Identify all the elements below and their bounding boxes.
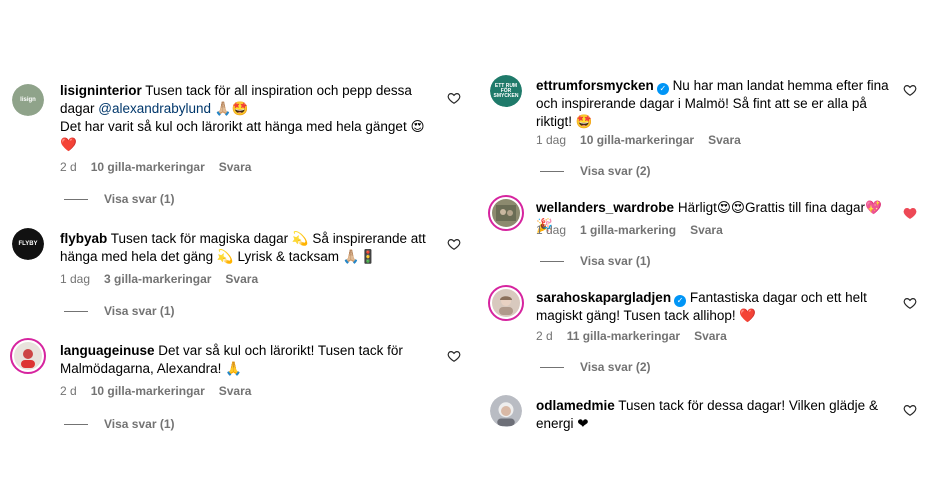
- ettrumforsmycken-logo-avatar-icon: ETT RUM FÖR SMYCKEN: [490, 75, 522, 107]
- sarahoskapargladjen-avatar[interactable]: [488, 285, 524, 321]
- wellanders-avatar[interactable]: [488, 195, 524, 231]
- comment-meta: 2 d 11 gilla-markeringar Svara: [536, 329, 727, 343]
- comment-body: lisigninterior Tusen tack för all inspir…: [60, 82, 430, 154]
- view-replies-label: Visa svar (1): [104, 304, 175, 318]
- flybyab-avatar[interactable]: FLYBY: [12, 228, 44, 260]
- likes-count[interactable]: 10 gilla-markeringar: [91, 160, 205, 174]
- reply-button[interactable]: Svara: [694, 329, 727, 343]
- flyby-logo-avatar-icon: FLYBY: [12, 228, 44, 260]
- view-replies-button[interactable]: Visa svar (2): [540, 164, 651, 178]
- comment-body: flybyab Tusen tack för magiska dagar 💫 S…: [60, 230, 435, 266]
- divider-line: [64, 310, 88, 312]
- username[interactable]: languageinuse: [60, 343, 155, 358]
- reply-button[interactable]: Svara: [225, 272, 258, 286]
- username[interactable]: sarahoskapargladjen: [536, 290, 671, 305]
- heart-icon[interactable]: [903, 296, 917, 310]
- view-replies-label: Visa svar (2): [580, 164, 651, 178]
- odlamedmie-photo-avatar-icon: [490, 395, 522, 427]
- divider-line: [64, 423, 88, 425]
- view-replies-button[interactable]: Visa svar (1): [540, 254, 651, 268]
- view-replies-label: Visa svar (1): [104, 192, 175, 206]
- mention-link[interactable]: @alexandrabylund: [98, 101, 211, 116]
- languageinuse-photo-avatar-icon: [14, 342, 42, 370]
- divider-line: [540, 170, 564, 172]
- comment-body: ettrumforsmycken ✓ Nu har man landat hemm…: [536, 77, 896, 131]
- heart-icon[interactable]: [903, 83, 917, 97]
- username[interactable]: flybyab: [60, 231, 107, 246]
- comment-meta: 1 dag 10 gilla-markeringar Svara: [536, 133, 741, 147]
- likes-count[interactable]: 10 gilla-markeringar: [580, 133, 694, 147]
- lisigninterior-logo-avatar-icon: lisign: [12, 84, 44, 116]
- divider-line: [64, 198, 88, 200]
- heart-icon[interactable]: [903, 403, 917, 417]
- likes-count[interactable]: 1 gilla-markering: [580, 223, 676, 237]
- reply-button[interactable]: Svara: [219, 384, 252, 398]
- wellanders-photo-avatar-icon: [492, 199, 520, 227]
- verified-badge-icon: ✓: [674, 295, 687, 307]
- sarahoskapargladjen-photo-avatar-icon: [492, 289, 520, 317]
- comment-text: Tusen tack för magiska dagar 💫 Så inspir…: [60, 231, 426, 264]
- likes-count[interactable]: 11 gilla-markeringar: [567, 329, 680, 343]
- heart-filled-icon[interactable]: [903, 206, 917, 220]
- comment-body: languageinuse Det var så kul och lärorik…: [60, 342, 430, 378]
- divider-line: [540, 260, 564, 262]
- likes-count[interactable]: 10 gilla-markeringar: [91, 384, 205, 398]
- timestamp[interactable]: 1 dag: [536, 133, 566, 147]
- comment-lisigninterior: lisign lisigninterior Tusen tack för all…: [0, 0, 470, 210]
- view-replies-button[interactable]: Visa svar (1): [64, 192, 175, 206]
- reply-button[interactable]: Svara: [690, 223, 723, 237]
- ettrumforsmycken-avatar[interactable]: ETT RUM FÖR SMYCKEN: [490, 75, 522, 107]
- comment-body: sarahoskapargladjen ✓ Fantastiska dagar o…: [536, 289, 896, 325]
- timestamp[interactable]: 1 dag: [536, 223, 566, 237]
- view-replies-label: Visa svar (2): [580, 360, 651, 374]
- timestamp[interactable]: 2 d: [60, 384, 77, 398]
- timestamp[interactable]: 1 dag: [60, 272, 90, 286]
- view-replies-button[interactable]: Visa svar (2): [540, 360, 651, 374]
- heart-icon[interactable]: [447, 349, 461, 363]
- likes-count[interactable]: 3 gilla-markeringar: [104, 272, 211, 286]
- reply-button[interactable]: Svara: [219, 160, 252, 174]
- username[interactable]: odlamedmie: [536, 398, 615, 413]
- view-replies-button[interactable]: Visa svar (1): [64, 417, 175, 431]
- comment-meta: 1 dag 3 gilla-markeringar Svara: [60, 272, 258, 286]
- comment-meta: 2 d 10 gilla-markeringar Svara: [60, 384, 251, 398]
- timestamp[interactable]: 2 d: [60, 160, 77, 174]
- view-replies-label: Visa svar (1): [580, 254, 651, 268]
- username[interactable]: lisigninterior: [60, 83, 142, 98]
- reply-button[interactable]: Svara: [708, 133, 741, 147]
- verified-badge-icon: ✓: [656, 83, 669, 95]
- username[interactable]: wellanders_wardrobe: [536, 200, 674, 215]
- odlamedmie-avatar[interactable]: [490, 395, 522, 427]
- username[interactable]: ettrumforsmycken: [536, 78, 654, 93]
- view-replies-label: Visa svar (1): [104, 417, 175, 431]
- comment-body: odlamedmie Tusen tack för dessa dagar! V…: [536, 397, 896, 433]
- comment-text-line2: Det har varit så kul och lärorikt att hä…: [60, 119, 425, 152]
- divider-line: [540, 366, 564, 368]
- view-replies-button[interactable]: Visa svar (1): [64, 304, 175, 318]
- timestamp[interactable]: 2 d: [536, 329, 553, 343]
- heart-icon[interactable]: [447, 91, 461, 105]
- comment-meta: 2 d 10 gilla-markeringar Svara: [60, 160, 251, 174]
- comment-text-emoji: 🙏🏼🤩: [211, 101, 249, 116]
- lisigninterior-avatar[interactable]: lisign: [12, 84, 44, 116]
- languageinuse-avatar[interactable]: [10, 338, 46, 374]
- comment-meta: 1 dag 1 gilla-markering Svara: [536, 223, 723, 237]
- heart-icon[interactable]: [447, 237, 461, 251]
